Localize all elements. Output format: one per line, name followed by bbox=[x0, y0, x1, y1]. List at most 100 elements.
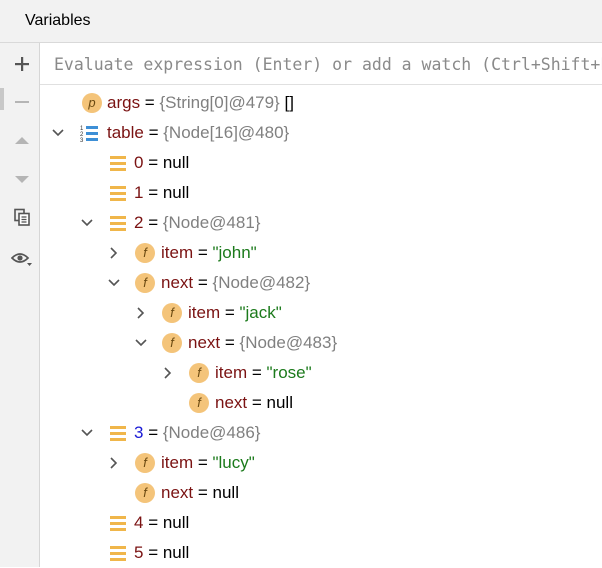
remove-watch-button[interactable] bbox=[8, 90, 36, 114]
equals-sign: = bbox=[143, 153, 163, 172]
var-name: next bbox=[161, 273, 194, 292]
panel-title: Variables bbox=[25, 12, 91, 29]
var-value: null bbox=[162, 183, 190, 202]
chevron-down-icon[interactable] bbox=[80, 426, 94, 440]
field-badge-icon: f bbox=[162, 303, 182, 323]
array-element-icon bbox=[110, 516, 126, 531]
equals-sign: = bbox=[143, 513, 163, 532]
equals-sign: = bbox=[143, 543, 163, 562]
equals-sign: = bbox=[143, 213, 163, 232]
tree-row-table-1[interactable]: 1 = null bbox=[40, 178, 602, 208]
var-value: {Node@482} bbox=[212, 273, 311, 292]
copy-icon bbox=[14, 208, 30, 226]
tree-row-table-5[interactable]: 5 = null bbox=[40, 538, 602, 568]
equals-sign: = bbox=[193, 483, 213, 502]
chevron-right-icon[interactable] bbox=[161, 366, 175, 380]
chevron-down-icon[interactable] bbox=[80, 216, 94, 230]
field-badge-icon: f bbox=[135, 273, 155, 293]
var-value: null bbox=[162, 513, 190, 532]
tree-row-table[interactable]: 1 2 3 table = {Node[16]@480} bbox=[40, 118, 602, 148]
var-name: item bbox=[161, 453, 194, 472]
copy-button[interactable] bbox=[8, 205, 36, 229]
var-value: "john" bbox=[212, 243, 257, 262]
equals-sign: = bbox=[220, 333, 240, 352]
panel-header: Variables bbox=[0, 0, 602, 43]
var-name: item bbox=[161, 243, 194, 262]
var-value: {String[0]@479} bbox=[159, 93, 280, 112]
array-element-icon bbox=[110, 426, 126, 441]
array-element-icon bbox=[110, 216, 126, 231]
tree-row-next[interactable]: f next = null bbox=[40, 388, 602, 418]
tree-row-table-0[interactable]: 0 = null bbox=[40, 148, 602, 178]
field-badge-icon: f bbox=[135, 243, 155, 263]
var-name: item bbox=[215, 363, 248, 382]
var-name: next bbox=[161, 483, 194, 502]
var-name: next bbox=[188, 333, 221, 352]
array-element-icon bbox=[110, 546, 126, 561]
tree-row-table-2[interactable]: 2 = {Node@481} bbox=[40, 208, 602, 238]
chevron-down-icon[interactable] bbox=[107, 276, 121, 290]
var-name: next bbox=[215, 393, 248, 412]
equals-sign: = bbox=[247, 393, 267, 412]
field-badge-icon: f bbox=[162, 333, 182, 353]
array-element-icon bbox=[110, 186, 126, 201]
chevron-right-icon[interactable] bbox=[107, 246, 121, 260]
up-icon bbox=[15, 137, 29, 144]
equals-sign: = bbox=[143, 183, 163, 202]
field-badge-icon: f bbox=[135, 483, 155, 503]
chevron-right-icon[interactable] bbox=[107, 456, 121, 470]
var-value: null bbox=[162, 153, 190, 172]
var-value: null bbox=[266, 393, 293, 412]
move-down-button[interactable] bbox=[8, 167, 36, 191]
var-value: "lucy" bbox=[212, 453, 255, 472]
var-value: null bbox=[212, 483, 239, 502]
move-up-button[interactable] bbox=[8, 129, 36, 153]
var-name: table bbox=[107, 123, 144, 142]
eye-icon bbox=[11, 253, 32, 266]
field-badge-icon: f bbox=[189, 363, 209, 383]
var-value: {Node@486} bbox=[162, 423, 261, 442]
tree-row-next[interactable]: f next = null bbox=[40, 478, 602, 508]
svg-text:3: 3 bbox=[80, 138, 84, 143]
var-value: {Node@483} bbox=[239, 333, 338, 352]
equals-sign: = bbox=[143, 123, 164, 142]
tree-row-item[interactable]: f item = "john" bbox=[40, 238, 602, 268]
var-value: "rose" bbox=[266, 363, 312, 382]
tree-row-table-4[interactable]: 4 = null bbox=[40, 508, 602, 538]
selection-strip bbox=[0, 88, 4, 110]
equals-sign: = bbox=[193, 453, 213, 472]
tree-row-next[interactable]: f next = {Node@483} bbox=[40, 328, 602, 358]
equals-sign: = bbox=[140, 93, 160, 112]
tree-row-item[interactable]: f item = "jack" bbox=[40, 298, 602, 328]
array-element-icon bbox=[110, 156, 126, 171]
field-badge-icon: f bbox=[135, 453, 155, 473]
param-badge-icon: p bbox=[82, 93, 102, 113]
watch-bar bbox=[40, 43, 602, 85]
tree-row-next[interactable]: f next = {Node@482} bbox=[40, 268, 602, 298]
var-value: "jack" bbox=[239, 303, 282, 322]
chevron-right-icon[interactable] bbox=[134, 306, 148, 320]
chevron-down-icon[interactable] bbox=[134, 336, 148, 350]
var-suffix: [] bbox=[279, 93, 294, 112]
tree-row-item[interactable]: f item = "lucy" bbox=[40, 448, 602, 478]
chevron-down-icon[interactable] bbox=[51, 126, 65, 140]
var-value: null bbox=[162, 543, 190, 562]
down-icon bbox=[15, 176, 29, 183]
tree-row-table-3[interactable]: 3 = {Node@486} bbox=[40, 418, 602, 448]
tree-row-item[interactable]: f item = "rose" bbox=[40, 358, 602, 388]
remove-icon bbox=[15, 101, 29, 103]
tree-row-args[interactable]: p args = {String[0]@479} [] bbox=[40, 88, 602, 118]
equals-sign: = bbox=[193, 273, 213, 292]
var-name: args bbox=[107, 93, 141, 112]
evaluate-expression-input[interactable] bbox=[54, 55, 602, 74]
add-watch-button[interactable] bbox=[8, 52, 36, 76]
view-options-button[interactable] bbox=[8, 247, 36, 271]
equals-sign: = bbox=[193, 243, 213, 262]
array-icon: 1 2 3 bbox=[80, 126, 98, 143]
side-toolbar bbox=[0, 43, 40, 567]
add-icon bbox=[15, 57, 29, 71]
equals-sign: = bbox=[247, 363, 267, 382]
equals-sign: = bbox=[143, 423, 163, 442]
var-name: item bbox=[188, 303, 221, 322]
field-badge-icon: f bbox=[189, 393, 209, 413]
